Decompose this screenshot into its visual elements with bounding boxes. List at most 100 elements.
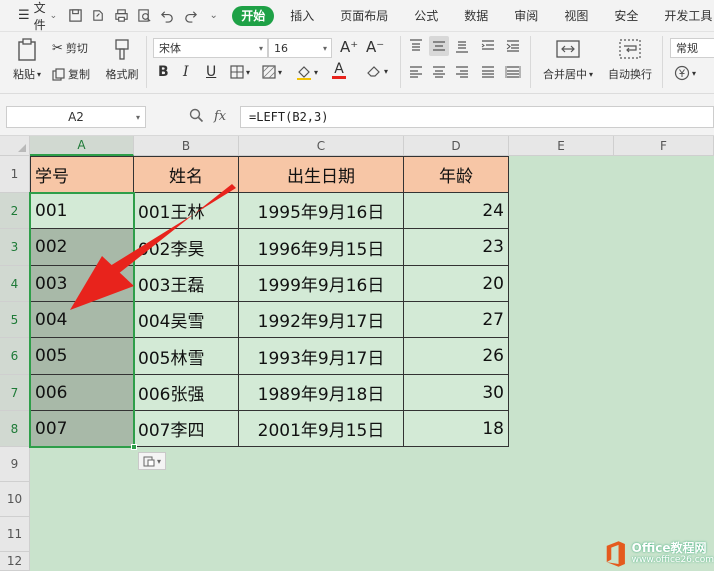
zoom-search-icon[interactable]: [188, 107, 204, 126]
export-icon[interactable]: [90, 7, 107, 24]
row-header-7[interactable]: 7: [0, 375, 30, 411]
row-header-11[interactable]: 11: [0, 517, 30, 552]
tab-home[interactable]: 开始: [232, 5, 275, 26]
row-header-5[interactable]: 5: [0, 302, 30, 338]
table-cell-age[interactable]: 26: [404, 338, 509, 375]
file-menu[interactable]: ☰ 文件 ⌄: [18, 0, 57, 33]
align-bottom-button[interactable]: [454, 38, 470, 54]
format-painter-button[interactable]: 格式刷: [102, 38, 142, 82]
font-size-select[interactable]: 16 ▾: [268, 38, 332, 58]
cut-button[interactable]: ✂ 剪切: [52, 40, 88, 56]
select-all-corner[interactable]: [0, 136, 30, 156]
table-cell-age[interactable]: 27: [404, 302, 509, 338]
fill-handle[interactable]: [131, 444, 137, 450]
row-header-6[interactable]: 6: [0, 338, 30, 375]
row-header-3[interactable]: 3: [0, 229, 30, 266]
name-box[interactable]: A2 ▾: [6, 106, 146, 128]
table-cell-age[interactable]: 20: [404, 266, 509, 302]
table-cell-name[interactable]: 005林雪: [134, 338, 239, 375]
number-format-select[interactable]: 常规: [670, 38, 714, 58]
table-cell-id[interactable]: 006: [30, 375, 134, 411]
table-cell-birthdate[interactable]: 1999年9月16日: [239, 266, 404, 302]
font-color-button[interactable]: A: [332, 62, 346, 79]
currency-format-button[interactable]: ▾: [674, 65, 696, 81]
decrease-font-button[interactable]: A⁻: [366, 38, 384, 56]
paste-button[interactable]: 粘贴 ▾: [10, 38, 44, 82]
table-cell-name[interactable]: 004吴雪: [134, 302, 239, 338]
table-cell-id[interactable]: 005: [30, 338, 134, 375]
table-cell-id[interactable]: 002: [30, 229, 134, 266]
tab-view[interactable]: 视图: [554, 6, 598, 26]
row-header-12[interactable]: 12: [0, 552, 30, 571]
table-cell-name[interactable]: 006张强: [134, 375, 239, 411]
table-cell-birthdate[interactable]: 1995年9月16日: [239, 193, 404, 229]
row-header-10[interactable]: 10: [0, 482, 30, 517]
table-cell-birthdate[interactable]: 1992年9月17日: [239, 302, 404, 338]
tab-data[interactable]: 数据: [454, 6, 498, 26]
column-header-c[interactable]: C: [239, 136, 404, 156]
copy-button[interactable]: 复制: [52, 66, 90, 82]
formula-input[interactable]: =LEFT(B2,3): [240, 106, 714, 128]
print-preview-icon[interactable]: [136, 7, 153, 24]
tab-security[interactable]: 安全: [604, 6, 648, 26]
merge-center-button[interactable]: 合并居中 ▾: [540, 38, 596, 82]
row-header-4[interactable]: 4: [0, 266, 30, 302]
column-header-d[interactable]: D: [404, 136, 509, 156]
table-cell-id[interactable]: 003: [30, 266, 134, 302]
table-cell-birthdate[interactable]: 2001年9月15日: [239, 411, 404, 447]
align-top-button[interactable]: [408, 38, 424, 54]
bold-button[interactable]: B: [158, 64, 169, 80]
align-middle-button[interactable]: [429, 36, 449, 56]
table-cell-age[interactable]: 18: [404, 411, 509, 447]
indent-button[interactable]: [505, 38, 521, 54]
tab-developer[interactable]: 开发工具: [654, 6, 714, 26]
wrap-text-button[interactable]: 自动换行: [604, 38, 656, 82]
customize-chevron-icon[interactable]: ⌄: [205, 7, 222, 24]
table-cell-id[interactable]: 001: [30, 193, 134, 229]
table-cell-birthdate[interactable]: 1989年9月18日: [239, 375, 404, 411]
print-icon[interactable]: [113, 7, 130, 24]
table-cell-id[interactable]: 007: [30, 411, 134, 447]
underline-button[interactable]: U: [206, 64, 216, 80]
justify-button[interactable]: [480, 64, 496, 80]
align-left-button[interactable]: [408, 64, 424, 80]
table-cell-age[interactable]: 24: [404, 193, 509, 229]
table-cell-name[interactable]: 001王林: [134, 193, 239, 229]
row-header-1[interactable]: 1: [0, 156, 30, 193]
table-cell-age[interactable]: 23: [404, 229, 509, 266]
tab-formulas[interactable]: 公式: [404, 6, 448, 26]
italic-button[interactable]: I: [183, 64, 189, 80]
table-cell-birthdate[interactable]: 1993年9月17日: [239, 338, 404, 375]
align-right-button[interactable]: [454, 64, 470, 80]
font-name-select[interactable]: 宋体 ▾: [153, 38, 268, 58]
paste-options-button[interactable]: ▾: [138, 452, 166, 470]
save-icon[interactable]: [67, 7, 84, 24]
fill-color-button[interactable]: ▾: [296, 64, 318, 80]
row-header-9[interactable]: 9: [0, 447, 30, 482]
increase-font-button[interactable]: A⁺: [340, 38, 358, 56]
header-cell-birthdate[interactable]: 出生日期: [239, 156, 404, 193]
text-direction-button[interactable]: [480, 38, 496, 54]
tab-page-layout[interactable]: 页面布局: [330, 6, 398, 26]
borders-button[interactable]: ▾: [230, 65, 250, 79]
header-cell-age[interactable]: 年龄: [404, 156, 509, 193]
header-cell-student-id[interactable]: 学号: [30, 156, 134, 193]
distributed-button[interactable]: [505, 64, 521, 80]
table-cell-name[interactable]: 007李四: [134, 411, 239, 447]
clear-button[interactable]: ▾: [366, 64, 388, 78]
fill-pattern-button[interactable]: ▾: [262, 65, 282, 79]
table-cell-birthdate[interactable]: 1996年9月15日: [239, 229, 404, 266]
column-header-e[interactable]: E: [509, 136, 614, 156]
table-cell-name[interactable]: 002李昊: [134, 229, 239, 266]
row-header-2[interactable]: 2: [0, 193, 30, 229]
column-header-a[interactable]: A: [30, 136, 134, 156]
align-center-button[interactable]: [431, 64, 447, 80]
tab-review[interactable]: 审阅: [504, 6, 548, 26]
redo-icon[interactable]: [182, 7, 199, 24]
table-cell-age[interactable]: 30: [404, 375, 509, 411]
column-header-f[interactable]: F: [614, 136, 714, 156]
header-cell-name[interactable]: 姓名: [134, 156, 239, 193]
undo-icon[interactable]: [159, 7, 176, 24]
column-header-b[interactable]: B: [134, 136, 239, 156]
table-cell-name[interactable]: 003王磊: [134, 266, 239, 302]
